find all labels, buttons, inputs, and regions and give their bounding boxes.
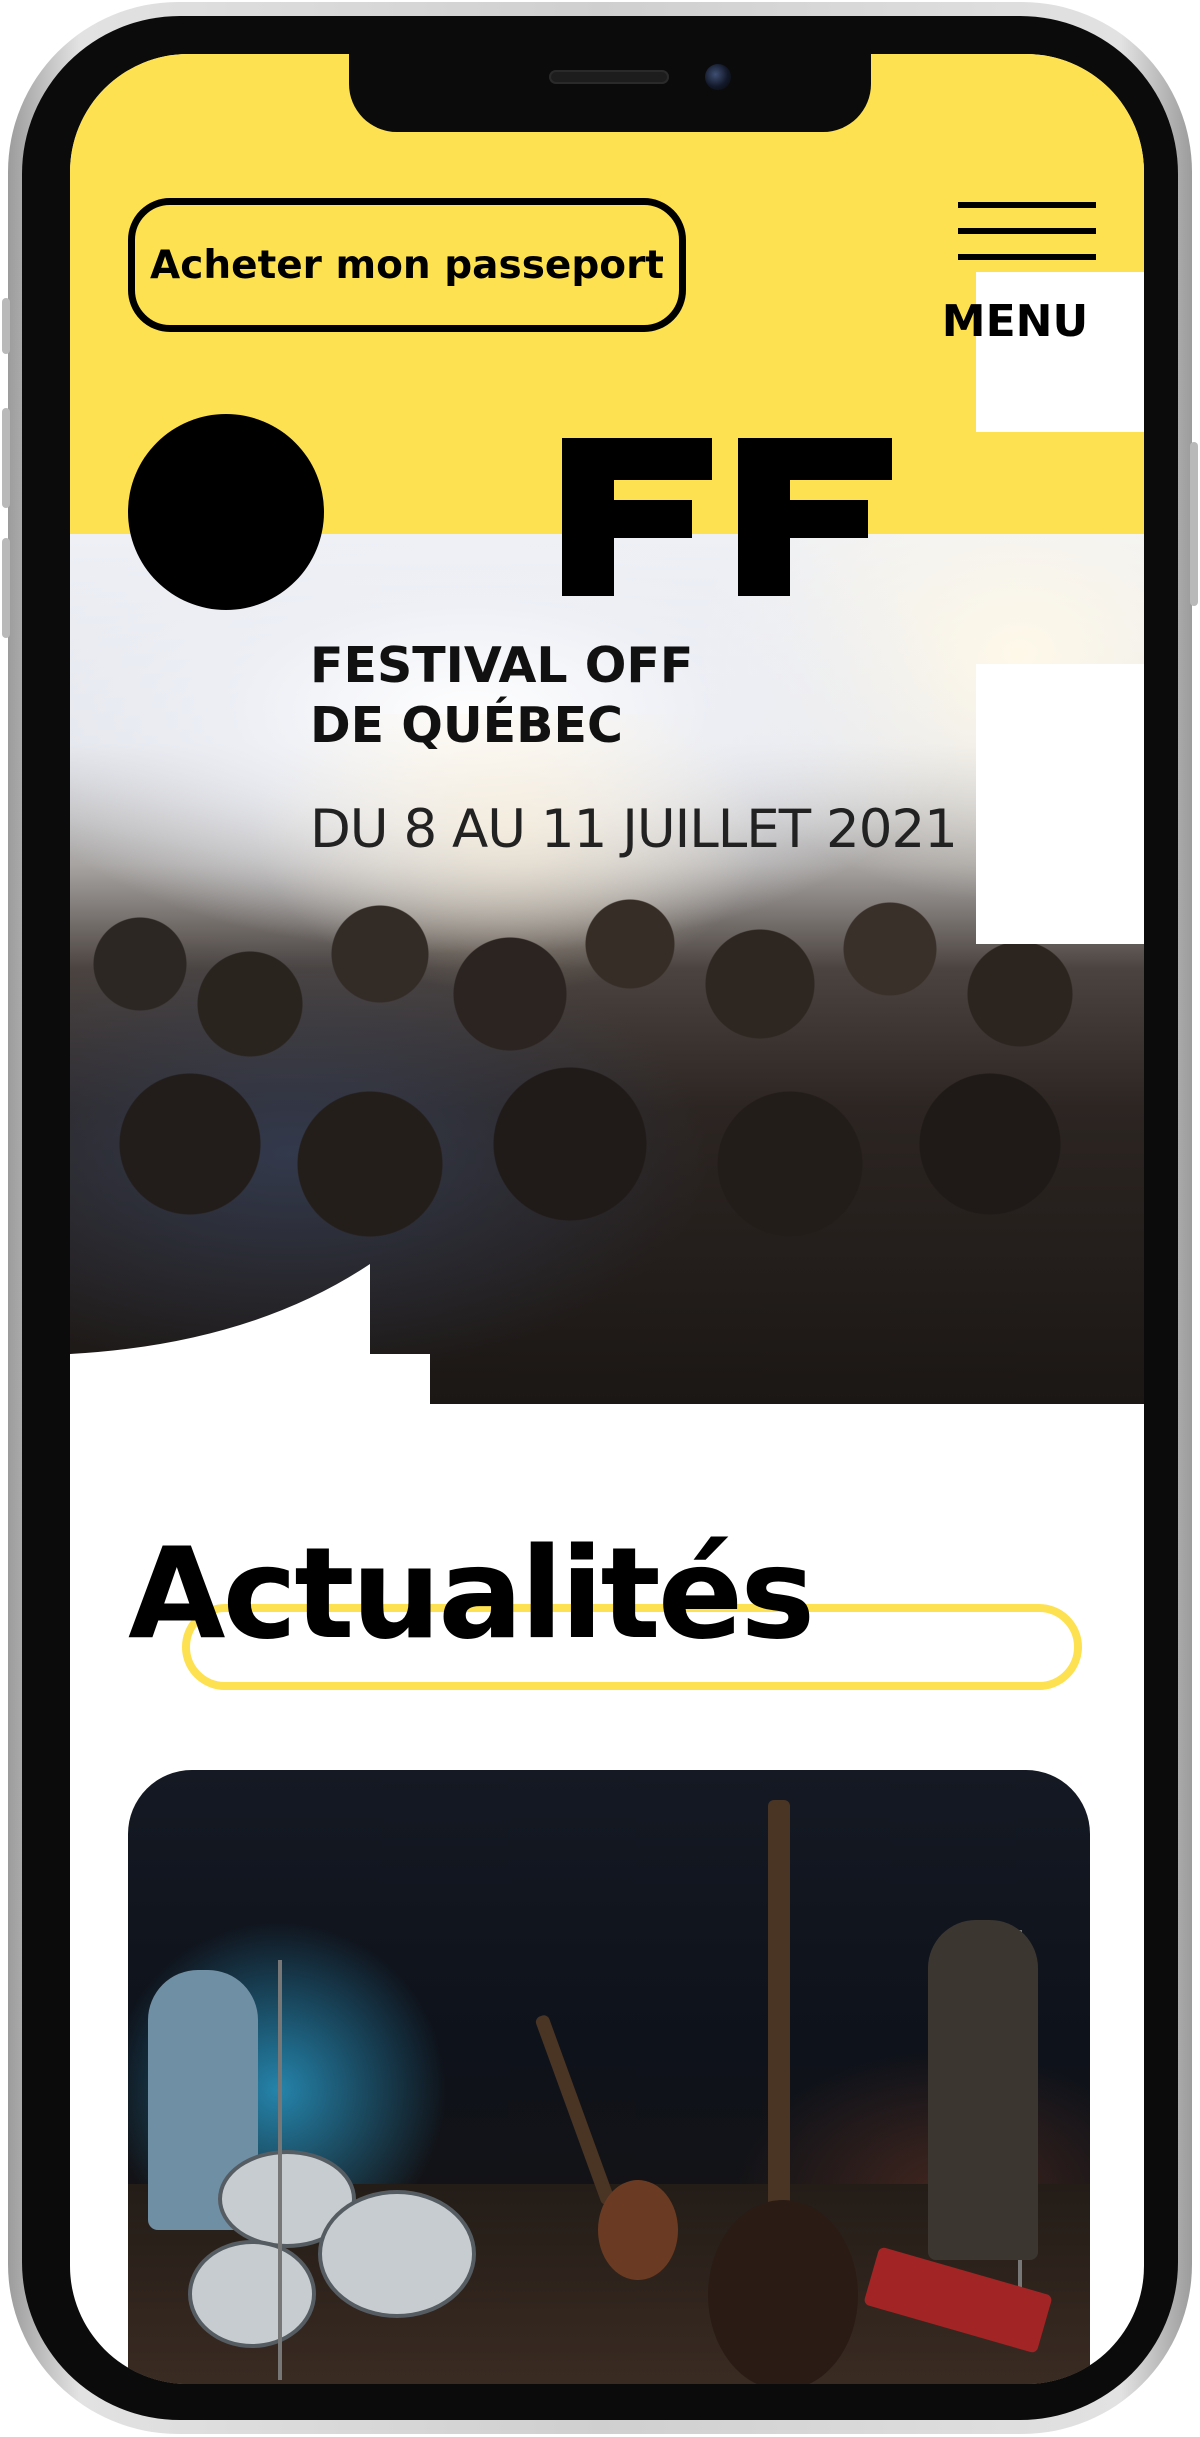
menu-button[interactable]: MENU bbox=[930, 202, 1100, 372]
buy-pass-button[interactable]: Acheter mon passeport bbox=[128, 198, 686, 332]
guitarist-figure bbox=[928, 1920, 1038, 2260]
phone-notch bbox=[349, 54, 871, 132]
menu-label: MENU bbox=[941, 296, 1089, 347]
festival-dates: DU 8 AU 11 JUILLET 2021 bbox=[310, 799, 958, 860]
drum-kit-floor bbox=[188, 2240, 316, 2348]
speaker-grille bbox=[549, 70, 669, 84]
phone-screen: Acheter mon passeport MENU FF FESTIVAL O… bbox=[70, 54, 1144, 2384]
hero-bottom-fill bbox=[70, 1354, 430, 1414]
mute-switch bbox=[2, 298, 10, 354]
news-card-image[interactable] bbox=[128, 1770, 1090, 2384]
guitar-body bbox=[708, 2200, 858, 2384]
festival-title: FESTIVAL OFF DE QUÉBEC bbox=[310, 636, 693, 756]
news-heading: Actualités bbox=[128, 1520, 815, 1667]
festival-logo: FF bbox=[562, 438, 892, 596]
hero-cutout-right bbox=[976, 664, 1144, 944]
phone-frame: Acheter mon passeport MENU FF FESTIVAL O… bbox=[2, 2, 1198, 2434]
volume-down-button bbox=[2, 538, 10, 638]
festival-title-line2: DE QUÉBEC bbox=[310, 697, 623, 754]
front-camera bbox=[705, 64, 731, 90]
acoustic-guitar-neck bbox=[534, 2013, 616, 2207]
drum-kit-bass bbox=[318, 2190, 476, 2318]
mic-stand-left bbox=[278, 1960, 282, 2380]
festival-title-line1: FESTIVAL OFF bbox=[310, 637, 694, 694]
acoustic-guitar-body bbox=[598, 2180, 678, 2280]
guitar-neck bbox=[768, 1800, 790, 2220]
volume-up-button bbox=[2, 408, 10, 508]
black-circle-shape bbox=[128, 414, 324, 610]
power-button bbox=[1190, 442, 1198, 606]
